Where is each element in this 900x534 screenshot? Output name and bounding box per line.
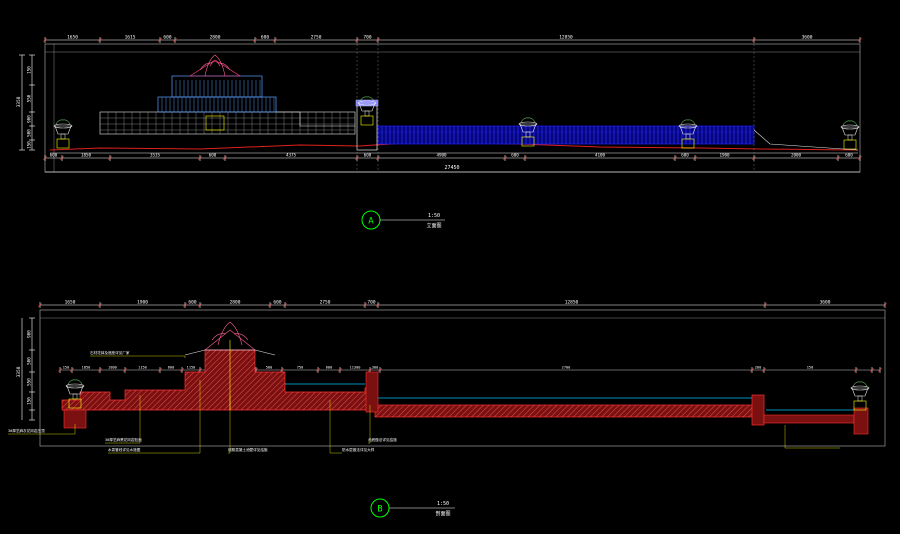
dimension-label: 3358	[16, 96, 22, 107]
dimension-label: 500	[266, 366, 273, 370]
dimension-label: 750	[297, 366, 304, 370]
dimension-label: 600	[326, 366, 333, 370]
dimension-label: 1150	[187, 366, 196, 370]
dimension-label: 600	[163, 35, 171, 41]
elevation-tag-label: A	[368, 217, 374, 227]
cad-drawing-canvas: 1650 1615 600 2800 600 2750 700 12850 3600 600 18…	[0, 0, 900, 534]
dimension-label: 150	[27, 397, 33, 405]
background	[0, 0, 900, 534]
dimension-label: 150	[27, 66, 33, 74]
dimension-label: 700	[363, 35, 371, 41]
section-scale: 1:50	[437, 501, 449, 507]
dimension-label: 2800	[230, 300, 241, 306]
dimension-label: 12850	[559, 35, 573, 41]
dimension-label: 1650	[67, 35, 78, 41]
section-pillar	[365, 371, 379, 413]
dimension-label: 150	[27, 141, 33, 149]
callout-text: 水泵管线详见水施图	[108, 447, 141, 452]
dimension-label: 1900	[137, 300, 148, 306]
dimension-label: 900	[27, 115, 33, 123]
dimension-label: 550	[27, 378, 33, 386]
dimension-label: 300	[372, 366, 379, 370]
pool-end-wall	[751, 394, 765, 426]
dimension-label: 550	[27, 94, 33, 102]
elevation-title: 立面图	[426, 222, 441, 229]
dimension-label: 1800	[108, 366, 117, 370]
section-title: 剖面图	[435, 510, 450, 517]
dimension-label: 1650	[65, 300, 76, 306]
section-tag-label: B	[377, 505, 382, 515]
elevation-scale: 1:50	[428, 213, 440, 219]
dimension-label: 3358	[16, 366, 22, 377]
right-pedestal	[853, 407, 869, 435]
lower-pool-slab	[763, 414, 855, 424]
dimension-label: 600	[188, 300, 196, 306]
dimension-label: 900	[27, 330, 33, 338]
callout-text: 池底做法详见结施	[368, 437, 397, 442]
dimension-label: 600	[168, 366, 175, 370]
callout-text: 钢筋混凝土池壁详见结施	[228, 447, 268, 452]
dimension-label: 150	[63, 366, 70, 370]
dimension-label: 2800	[210, 35, 221, 41]
dimension-label: 600	[273, 300, 281, 306]
dimension-label: 150	[807, 366, 814, 370]
dimension-label: 12850	[565, 300, 579, 306]
dimension-label: 200	[755, 366, 762, 370]
callout-text: 防水层做法详见大样	[342, 447, 375, 452]
dimension-label: 600	[261, 35, 269, 41]
callout-text: 30厚芝麻灰花岗岩压顶	[8, 428, 45, 433]
overall-dimension: 27450	[444, 165, 459, 171]
dimension-label: 1615	[125, 35, 136, 41]
dimension-label: 2750	[311, 35, 322, 41]
dimension-label: 500	[27, 129, 33, 137]
dimension-label: 700	[367, 300, 375, 306]
dimension-label: 3600	[802, 35, 813, 41]
dimension-label: 1850	[82, 366, 91, 370]
dimension-label: 2700	[562, 366, 571, 370]
dimension-label: 500	[27, 357, 33, 365]
dimension-label: 11300	[350, 366, 361, 370]
dimension-label: 2750	[320, 300, 331, 306]
pool-slab-hatch	[375, 405, 760, 417]
dimension-label: 3600	[820, 300, 831, 306]
dimension-label: 1150	[138, 366, 147, 370]
callout-text: 30厚芝麻黑花岗岩贴面	[105, 437, 142, 442]
callout-text: 石材花钵及底座详见厂家	[90, 350, 130, 355]
